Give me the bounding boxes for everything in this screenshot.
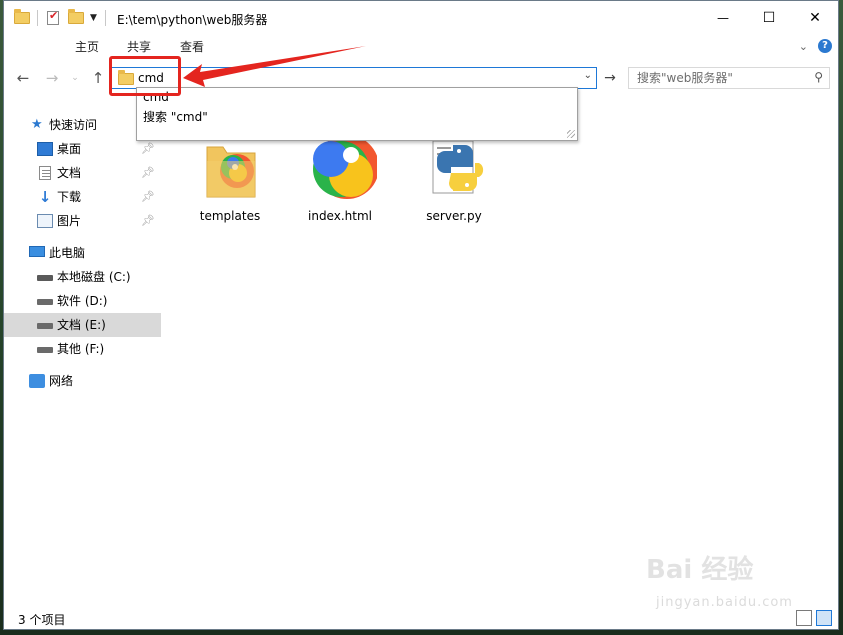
window-title: E:\tem\python\web服务器 bbox=[117, 13, 268, 27]
new-folder-icon[interactable] bbox=[68, 9, 84, 24]
separator bbox=[105, 10, 106, 26]
window-folder-icon bbox=[14, 1, 30, 35]
autocomplete-search-item[interactable]: 搜索 "cmd" bbox=[143, 108, 208, 125]
python-icon bbox=[417, 133, 491, 205]
sidebar-item-pictures[interactable]: 图片 📌︎ bbox=[4, 209, 161, 233]
folder-icon bbox=[193, 133, 267, 205]
pin-icon[interactable]: 📌︎ bbox=[141, 209, 155, 233]
sidebar-item-downloads[interactable]: ↓ 下载 📌︎ bbox=[4, 185, 161, 209]
properties-icon[interactable] bbox=[47, 9, 59, 25]
drive-icon bbox=[37, 299, 53, 305]
details-view-icon[interactable] bbox=[796, 610, 812, 626]
customize-toolbar-icon[interactable]: ▼ bbox=[90, 13, 97, 23]
tab-home[interactable]: 主页 bbox=[75, 35, 99, 59]
minimize-button[interactable]: — bbox=[700, 1, 746, 35]
sidebar-item-label: 网络 bbox=[49, 374, 74, 388]
computer-icon bbox=[29, 246, 45, 257]
item-count: 3 个项目 bbox=[18, 613, 66, 627]
maximize-button[interactable]: ☐ bbox=[746, 1, 792, 35]
file-item-templates[interactable]: templates bbox=[182, 133, 278, 223]
sidebar-item-label: 快速访问 bbox=[49, 118, 98, 132]
go-button[interactable]: → bbox=[600, 67, 620, 89]
sidebar-item-label: 桌面 bbox=[57, 142, 82, 156]
file-list: templates index.html server.py bbox=[164, 103, 838, 603]
forward-button[interactable]: → bbox=[41, 67, 63, 89]
separator bbox=[37, 10, 38, 26]
address-dropdown-icon[interactable]: ⌄ bbox=[584, 70, 592, 81]
sidebar-item-documents[interactable]: 文档 📌︎ bbox=[4, 161, 161, 185]
address-input[interactable] bbox=[138, 70, 578, 86]
sidebar-item-drive-e[interactable]: 文档 (E:) bbox=[4, 313, 161, 337]
address-bar[interactable]: ⌄ bbox=[111, 67, 597, 89]
sidebar-item-this-pc[interactable]: 此电脑 bbox=[4, 241, 161, 265]
close-button[interactable]: ✕ bbox=[792, 1, 838, 35]
network-icon bbox=[29, 374, 45, 388]
drive-icon bbox=[37, 275, 53, 281]
maximize-icon: ☐ bbox=[762, 10, 776, 26]
sidebar-item-label: 图片 bbox=[57, 214, 82, 228]
address-autocomplete: cmd 搜索 "cmd" bbox=[136, 87, 578, 141]
search-icon[interactable]: ⚲ bbox=[814, 70, 823, 84]
pin-icon[interactable]: 📌︎ bbox=[141, 161, 155, 185]
desktop-icon bbox=[37, 142, 53, 156]
sidebar-item-label: 本地磁盘 (C:) bbox=[57, 270, 131, 284]
sidebar-item-label: 其他 (F:) bbox=[57, 342, 105, 356]
sidebar-item-drive-c[interactable]: 本地磁盘 (C:) bbox=[4, 265, 161, 289]
documents-icon bbox=[39, 166, 51, 180]
status-bar: 3 个项目 bbox=[4, 607, 838, 629]
help-icon[interactable]: ? bbox=[818, 39, 832, 53]
annotation-highlight-box bbox=[109, 56, 181, 96]
close-icon: ✕ bbox=[809, 10, 821, 26]
sidebar-item-label: 软件 (D:) bbox=[57, 294, 108, 308]
download-icon: ↓ bbox=[38, 188, 52, 206]
large-icons-view-icon[interactable] bbox=[816, 610, 832, 626]
drive-icon bbox=[37, 323, 53, 329]
navigation-pane: ★ 快速访问 桌面 📌︎ 文档 📌︎ ↓ 下载 📌︎ 图片 📌︎ 此电脑 本地磁… bbox=[4, 103, 161, 603]
up-button[interactable]: ↑ bbox=[87, 67, 109, 89]
pictures-icon bbox=[37, 214, 53, 228]
expand-ribbon-icon[interactable]: ⌄ bbox=[799, 40, 808, 53]
recent-locations-button[interactable]: ⌄ bbox=[64, 67, 86, 89]
sidebar-item-label: 文档 bbox=[57, 166, 82, 180]
sidebar-item-drive-d[interactable]: 软件 (D:) bbox=[4, 289, 161, 313]
drive-icon bbox=[37, 347, 53, 353]
sidebar-item-label: 此电脑 bbox=[49, 246, 86, 260]
tab-view[interactable]: 查看 bbox=[180, 35, 204, 59]
file-name: templates bbox=[199, 209, 261, 223]
resize-grip[interactable] bbox=[567, 130, 575, 138]
search-input[interactable] bbox=[637, 70, 807, 86]
star-icon: ★ bbox=[31, 117, 43, 132]
file-item-index-html[interactable]: index.html bbox=[292, 133, 388, 223]
sidebar-item-label: 文档 (E:) bbox=[57, 318, 106, 332]
pin-icon[interactable]: 📌︎ bbox=[141, 185, 155, 209]
file-name: index.html bbox=[308, 209, 372, 223]
sidebar-item-label: 下载 bbox=[57, 190, 82, 204]
sidebar-item-drive-f[interactable]: 其他 (F:) bbox=[4, 337, 161, 361]
sidebar-item-network[interactable]: 网络 bbox=[4, 369, 161, 393]
minimize-icon: — bbox=[717, 11, 729, 25]
browser-icon bbox=[303, 133, 379, 205]
watermark-logo: Bai 经验 bbox=[646, 555, 754, 585]
file-item-server-py[interactable]: server.py bbox=[406, 133, 502, 223]
search-box[interactable]: ⚲ bbox=[628, 67, 830, 89]
watermark-url: jingyan.baidu.com bbox=[656, 595, 793, 610]
back-button[interactable]: ← bbox=[12, 67, 34, 89]
file-name: server.py bbox=[426, 209, 482, 223]
title-bar: ▼ E:\tem\python\web服务器 — ☐ ✕ bbox=[4, 1, 838, 35]
